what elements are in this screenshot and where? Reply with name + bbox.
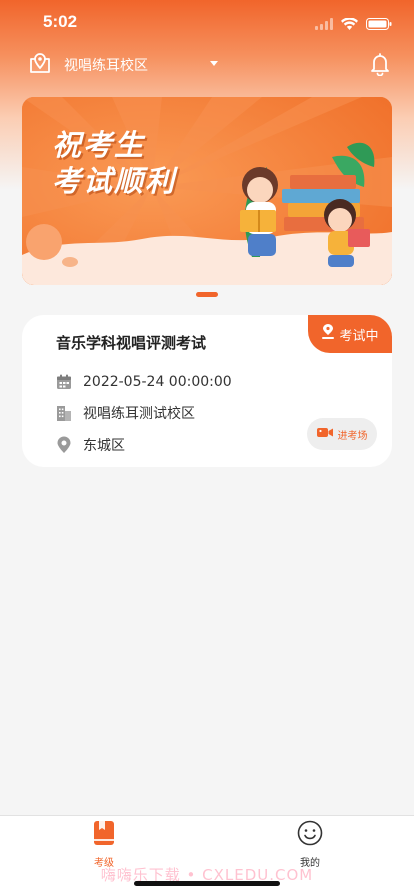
status-time: 5:02: [43, 12, 78, 31]
tab-mine[interactable]: 我的: [280, 820, 340, 869]
location-selector[interactable]: 视唱练耳校区: [28, 50, 394, 80]
promo-banner[interactable]: 祝考生 考试顺利: [22, 97, 392, 285]
building-icon: [55, 404, 73, 422]
exam-card[interactable]: 音乐学科视唱评测考试 考试中 2022-05-24 00:00:00 视唱练耳测…: [22, 315, 392, 467]
calendar-icon: [55, 373, 73, 391]
enter-exam-label: 进考场: [337, 430, 368, 442]
bell-icon[interactable]: [370, 52, 390, 80]
home-indicator: [134, 881, 280, 886]
enter-exam-button[interactable]: 进考场: [307, 418, 377, 450]
chevron-down-icon[interactable]: [210, 61, 218, 66]
exam-status-label: 考试中: [339, 328, 379, 344]
exam-date-row: 2022-05-24 00:00:00: [55, 373, 232, 391]
exam-venue: 视唱练耳测试校区: [83, 406, 195, 422]
exam-date: 2022-05-24 00:00:00: [83, 374, 232, 390]
exam-status-badge: 考试中: [308, 315, 392, 353]
exam-title: 音乐学科视唱评测考试: [56, 334, 207, 352]
banner-title-line2: 考试顺利: [52, 164, 177, 198]
location-label: 视唱练耳校区: [64, 58, 148, 74]
book-icon: [93, 820, 115, 850]
exam-venue-row: 视唱练耳测试校区: [55, 403, 195, 423]
status-icons: [315, 15, 392, 34]
tab-exam[interactable]: 考级: [74, 820, 134, 869]
camera-icon: [316, 427, 333, 441]
banner-page-indicator: [196, 292, 218, 297]
map-pin-icon: [28, 52, 52, 78]
banner-title: 祝考生 考试顺利: [52, 127, 176, 199]
battery-icon: [366, 15, 392, 34]
exam-district-row: 东城区: [55, 435, 125, 455]
location-pin-icon: [321, 324, 335, 344]
banner-title-line1: 祝考生: [52, 128, 146, 162]
smiley-icon: [297, 820, 323, 850]
status-bar: 5:02: [0, 0, 414, 46]
location-icon: [55, 436, 73, 454]
signal-icon: [315, 15, 333, 34]
wifi-icon: [341, 15, 358, 34]
exam-district: 东城区: [83, 438, 125, 454]
